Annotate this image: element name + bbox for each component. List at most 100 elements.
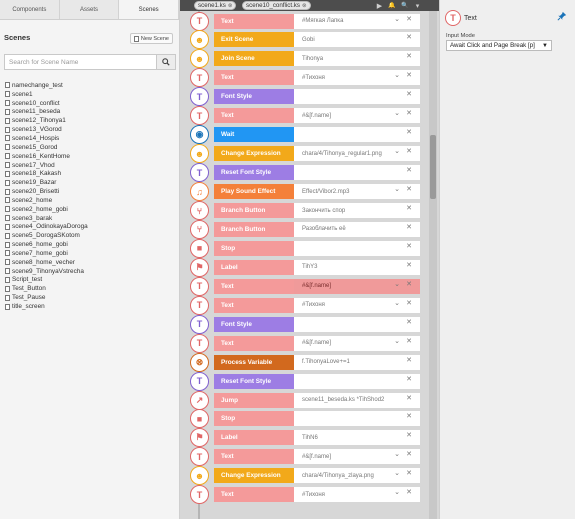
command-param[interactable]: Gobi ✕ [294, 32, 420, 48]
command-param[interactable]: #&[f.name] ⌄ ✕ [294, 108, 420, 124]
input-mode-select[interactable]: Await Click and Page Break [p] ▼ [446, 40, 552, 51]
scene-list-item[interactable]: scene19_Bazar [5, 178, 177, 187]
delete-icon[interactable]: ✕ [406, 109, 412, 117]
command-button[interactable]: Change Expression [214, 468, 294, 484]
command-row[interactable]: ⚑ Label TihN6 ✕ [190, 428, 423, 448]
scene-list-item[interactable]: scene4_OdinokayaDoroga [5, 223, 177, 232]
command-button[interactable]: Font Style [214, 89, 294, 105]
delete-icon[interactable]: ✕ [406, 71, 412, 79]
delete-icon[interactable]: ✕ [406, 52, 412, 60]
command-row[interactable]: ↗ Jump scene11_beseda.ks *TihShod2 ✕ [190, 390, 423, 410]
command-param[interactable]: ✕ [294, 373, 420, 389]
command-param[interactable]: #&[f.name] ⌄ ✕ [294, 278, 420, 294]
command-button[interactable]: Text [214, 297, 294, 313]
scrollbar[interactable] [429, 11, 437, 519]
command-button[interactable]: Text [214, 335, 294, 351]
command-param[interactable]: #Тихоня ⌄ ✕ [294, 487, 420, 503]
chevron-down-icon[interactable]: ⌄ [394, 450, 400, 458]
search-icon[interactable]: 🔍 [400, 1, 410, 10]
chevron-down-icon[interactable]: ⌄ [394, 469, 400, 477]
delete-icon[interactable]: ✕ [406, 90, 412, 98]
delete-icon[interactable]: ✕ [406, 337, 412, 345]
command-row[interactable]: T Font Style ✕ [190, 314, 423, 334]
command-param[interactable]: #Тихоня ⌄ ✕ [294, 297, 420, 313]
scene-list-item[interactable]: scene2_home_gobi [5, 205, 177, 214]
chevron-down-icon[interactable]: ⌄ [394, 337, 400, 345]
tab-assets[interactable]: Assets [59, 0, 120, 19]
search-input[interactable] [4, 54, 157, 70]
command-row[interactable]: ⑂ Branch Button Разоблачить её ✕ [190, 219, 423, 239]
command-button[interactable]: Text [214, 70, 294, 86]
command-row[interactable]: ☻ Join Scene Tihonya ✕ [190, 49, 423, 69]
command-button[interactable]: Branch Button [214, 203, 294, 218]
command-param[interactable]: Tihonya ✕ [294, 51, 420, 67]
chevron-down-icon[interactable]: ▾ [413, 1, 422, 10]
chevron-down-icon[interactable]: ⌄ [394, 185, 400, 193]
command-button[interactable]: Stop [214, 240, 294, 256]
delete-icon[interactable]: ✕ [406, 431, 412, 439]
command-param[interactable]: f.TihonyaLove+=1 ✕ [294, 354, 420, 370]
command-row[interactable]: T Reset Font Style ✕ [190, 163, 423, 183]
new-scene-button[interactable]: New Scene [129, 33, 173, 44]
delete-icon[interactable]: ✕ [406, 412, 412, 420]
command-row[interactable]: T Text #Тихоня ⌄ ✕ [190, 295, 423, 315]
tab-scenes[interactable]: Scenes [119, 0, 180, 19]
scene-list-item[interactable]: scene12_Tihonya1 [5, 116, 177, 125]
scrollbar-thumb[interactable] [430, 135, 436, 199]
chevron-down-icon[interactable]: ⌄ [394, 280, 400, 288]
command-row[interactable]: ◉ Wait ✕ [190, 125, 423, 145]
delete-icon[interactable]: ✕ [406, 280, 412, 288]
command-param[interactable]: chara/4/Tihonya_zlaya.png ⌄ ✕ [294, 468, 420, 484]
command-row[interactable]: T Font Style ✕ [190, 87, 423, 107]
file-tab-scene1[interactable]: scene1.ks ⊗ [194, 1, 237, 10]
delete-icon[interactable]: ✕ [406, 185, 412, 193]
delete-icon[interactable]: ✕ [406, 394, 412, 402]
command-button[interactable]: Text [214, 449, 294, 465]
bell-icon[interactable]: 🔔 [387, 1, 397, 10]
command-row[interactable]: ♫ Play Sound Effect Effect/Vibor2.mp3 ⌄ ✕ [190, 182, 423, 202]
command-row[interactable]: T Text #Тихоня ⌄ ✕ [190, 68, 423, 88]
command-row[interactable]: T Text #Мягкая Лапка ⌄ ✕ [190, 11, 423, 31]
scene-list-item[interactable]: scene1 [5, 90, 177, 99]
command-button[interactable]: Wait [214, 127, 294, 143]
chevron-down-icon[interactable]: ⌄ [394, 71, 400, 79]
scene-list-item[interactable]: scene17_Vhod [5, 161, 177, 170]
command-button[interactable]: Stop [214, 411, 294, 427]
command-button[interactable]: Change Expression [214, 146, 294, 162]
command-row[interactable]: ■ Stop ✕ [190, 238, 423, 258]
delete-icon[interactable]: ✕ [406, 375, 412, 383]
delete-icon[interactable]: ✕ [406, 223, 412, 231]
delete-icon[interactable]: ✕ [406, 318, 412, 326]
scene-list-item[interactable]: scene11_beseda [5, 108, 177, 117]
command-param[interactable]: Разоблачить её ✕ [294, 221, 420, 237]
command-button[interactable]: Label [214, 430, 294, 446]
scene-list-item[interactable]: scene9_TihonyaVstrecha [5, 267, 177, 276]
scene-list-item[interactable]: Test_Button [5, 284, 177, 293]
scene-list-item[interactable]: scene20_Brisetti [5, 187, 177, 196]
scene-list-item[interactable]: scene6_home_gobi [5, 240, 177, 249]
pin-icon[interactable] [557, 11, 567, 24]
command-param[interactable]: Effect/Vibor2.mp3 ⌄ ✕ [294, 184, 420, 200]
command-row[interactable]: T Text #Тихоня ⌄ ✕ [190, 485, 423, 505]
command-button[interactable]: Text [214, 13, 294, 29]
command-row[interactable]: T Text #&[f.name] ⌄ ✕ [190, 447, 423, 467]
command-param[interactable]: ✕ [294, 89, 420, 105]
scene-list-item[interactable]: scene7_home_gobi [5, 249, 177, 258]
command-button[interactable]: Text [214, 487, 294, 503]
command-param[interactable]: TihY3 ✕ [294, 259, 420, 275]
command-param[interactable]: chara/4/Tihonya_regular1.png ⌄ ✕ [294, 146, 420, 162]
delete-icon[interactable]: ✕ [406, 15, 412, 23]
delete-icon[interactable]: ✕ [406, 128, 412, 136]
delete-icon[interactable]: ✕ [406, 299, 412, 307]
command-button[interactable]: Jump [214, 392, 294, 408]
command-param[interactable]: ✕ [294, 316, 420, 332]
close-icon[interactable]: ⊗ [302, 3, 307, 9]
search-button[interactable] [157, 54, 176, 70]
command-row[interactable]: ⚑ Label TihY3 ✕ [190, 257, 423, 277]
command-param[interactable]: ✕ [294, 127, 420, 143]
delete-icon[interactable]: ✕ [406, 204, 412, 212]
scene-list-item[interactable]: scene15_Gorod [5, 143, 177, 152]
command-param[interactable]: ✕ [294, 411, 420, 427]
delete-icon[interactable]: ✕ [406, 242, 412, 250]
command-row[interactable]: T Text #&[f.name] ⌄ ✕ [190, 106, 423, 126]
